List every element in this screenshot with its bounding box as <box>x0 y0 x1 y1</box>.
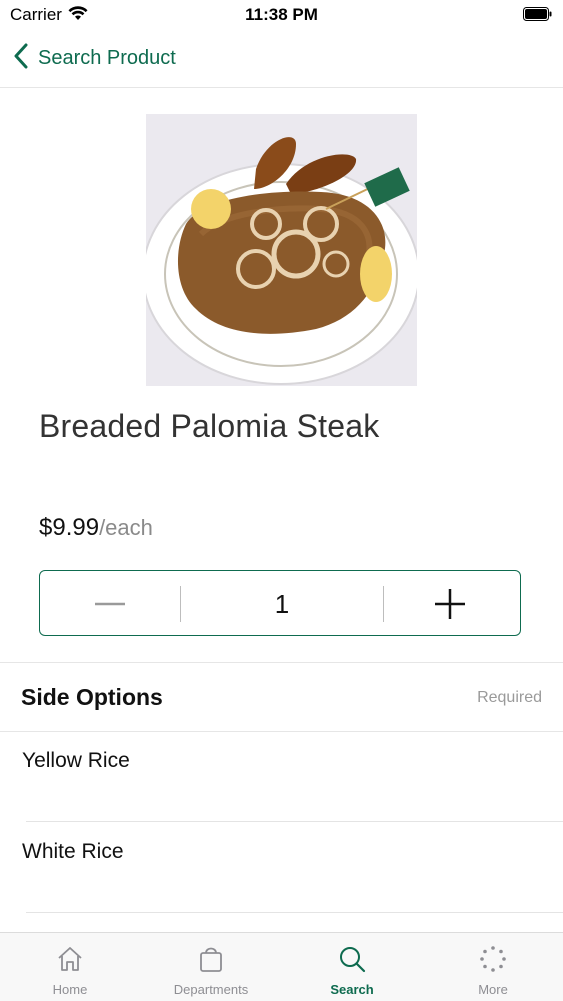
tab-label: Home <box>52 982 88 997</box>
more-icon <box>478 944 508 974</box>
search-icon <box>337 944 367 974</box>
tab-search[interactable]: Search <box>282 933 422 1001</box>
tab-home[interactable]: Home <box>0 933 140 1001</box>
side-options-title: Side Options <box>21 684 163 710</box>
row-separator <box>26 912 563 913</box>
back-button[interactable]: Search Product <box>14 42 176 74</box>
status-bar: Carrier 11:38 PM <box>0 0 563 30</box>
food-photo-icon <box>146 114 417 386</box>
quantity-stepper: 1 <box>39 570 521 636</box>
option-label: Yellow Rice <box>22 749 130 772</box>
tab-departments[interactable]: Departments <box>141 933 281 1001</box>
price-unit: /each <box>99 515 153 540</box>
tab-bar: Home Departments Search More <box>0 932 563 1001</box>
tab-more[interactable]: More <box>423 933 563 1001</box>
status-time: 11:38 PM <box>245 5 318 24</box>
increase-quantity-button[interactable] <box>380 571 520 635</box>
navigation-bar: Search Product <box>0 30 563 88</box>
side-option-white-rice[interactable]: White Rice <box>0 823 563 913</box>
tab-label: Search <box>330 982 374 997</box>
quantity-value: 1 <box>274 589 290 619</box>
chevron-left-icon <box>14 43 28 74</box>
product-title: Breaded Palomia Steak <box>39 408 380 444</box>
decrease-quantity-button[interactable] <box>40 571 180 635</box>
bag-icon <box>196 944 226 974</box>
plus-icon <box>435 589 465 619</box>
product-image <box>146 114 417 386</box>
tab-label: Departments <box>173 982 249 997</box>
tab-label: More <box>478 982 508 997</box>
side-options-header: Side Options Required <box>0 663 563 732</box>
required-label: Required <box>477 689 542 706</box>
price-row: $9.99/each <box>39 514 153 542</box>
side-option-yellow-rice[interactable]: Yellow Rice <box>0 732 563 822</box>
row-separator <box>26 821 563 822</box>
minus-icon <box>95 602 125 606</box>
back-button-label: Search Product <box>38 46 176 69</box>
price-value: $9.99 <box>39 514 100 541</box>
battery-icon <box>523 7 553 21</box>
home-icon <box>55 944 85 974</box>
option-label: White Rice <box>22 840 124 863</box>
